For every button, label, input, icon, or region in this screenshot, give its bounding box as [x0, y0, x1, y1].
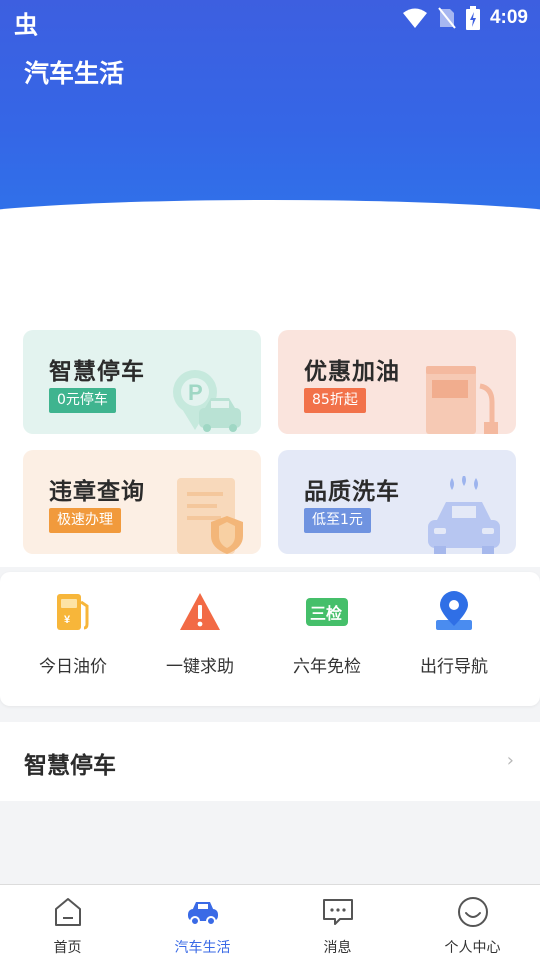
nav-car-life[interactable]: 汽车生活	[135, 895, 270, 957]
card-tag: 低至1元	[304, 508, 371, 533]
bottom-navigation: 首页 汽车生活 消息 个人中心	[0, 884, 540, 960]
wifi-icon	[402, 8, 427, 28]
card-title: 智慧停车	[49, 359, 145, 385]
card-tag: 0元停车	[49, 388, 116, 413]
quick-label: 出行导航	[420, 657, 488, 677]
svg-text:P: P	[188, 380, 203, 405]
status-bar: 虫 4:09	[0, 0, 540, 39]
nav-label: 个人中心	[444, 940, 501, 956]
nav-messages[interactable]: 消息	[270, 895, 405, 957]
nav-home[interactable]: 首页	[0, 895, 135, 957]
message-icon	[322, 899, 353, 925]
quick-navigation[interactable]: 出行导航	[394, 590, 514, 677]
quick-sos[interactable]: 一键求助	[140, 590, 260, 677]
card-title: 优惠加油	[304, 359, 400, 385]
nav-label: 首页	[53, 940, 82, 956]
quick-label: 今日油价	[39, 657, 107, 677]
battery-charging-icon	[465, 6, 480, 30]
no-sim-icon	[438, 7, 456, 29]
page-title: 汽车生活	[24, 59, 125, 88]
svg-text:三检: 三检	[310, 604, 342, 623]
document-shield-icon	[177, 478, 243, 554]
fuel-price-icon: ¥	[57, 594, 89, 630]
status-icons: 4:09	[402, 6, 528, 30]
car-icon	[187, 902, 218, 926]
nav-label: 消息	[323, 940, 352, 956]
card-fuel-discount[interactable]: 优惠加油 85折起	[278, 330, 516, 434]
quick-tools: ¥ 今日油价 一键求助 三检 六年免检 出行导航	[0, 572, 540, 706]
quick-label: 六年免检	[293, 657, 361, 677]
section-smart-parking[interactable]: 智慧停车 ›	[0, 722, 540, 801]
card-violation-query[interactable]: 违章查询 极速办理	[23, 450, 261, 554]
navigation-icon	[436, 591, 472, 630]
svg-text:¥: ¥	[64, 614, 71, 626]
quick-label: 一键求助	[166, 657, 234, 677]
nav-label: 汽车生活	[174, 940, 231, 956]
inspection-icon: 三检	[306, 598, 348, 626]
chevron-right-icon: ›	[506, 750, 514, 771]
status-time: 4:09	[489, 7, 528, 28]
card-car-wash[interactable]: 品质洗车 低至1元	[278, 450, 516, 554]
gas-station-icon	[426, 366, 498, 434]
card-title: 品质洗车	[304, 479, 400, 505]
app-notification-icon: 虫	[14, 11, 38, 39]
card-tag: 85折起	[304, 388, 366, 413]
profile-icon	[457, 897, 488, 927]
car-wash-icon	[428, 476, 500, 554]
card-smart-parking[interactable]: 智慧停车 0元停车 P	[23, 330, 261, 434]
section-title: 智慧停车	[24, 753, 116, 779]
card-title: 违章查询	[49, 479, 145, 505]
quick-inspection-exempt[interactable]: 三检 六年免检	[267, 590, 387, 677]
card-tag: 极速办理	[49, 508, 121, 533]
quick-fuel-price[interactable]: ¥ 今日油价	[13, 590, 133, 677]
warning-icon	[180, 593, 220, 630]
nav-profile[interactable]: 个人中心	[405, 895, 540, 957]
parking-car-icon: P	[173, 370, 241, 432]
home-icon	[54, 898, 81, 926]
